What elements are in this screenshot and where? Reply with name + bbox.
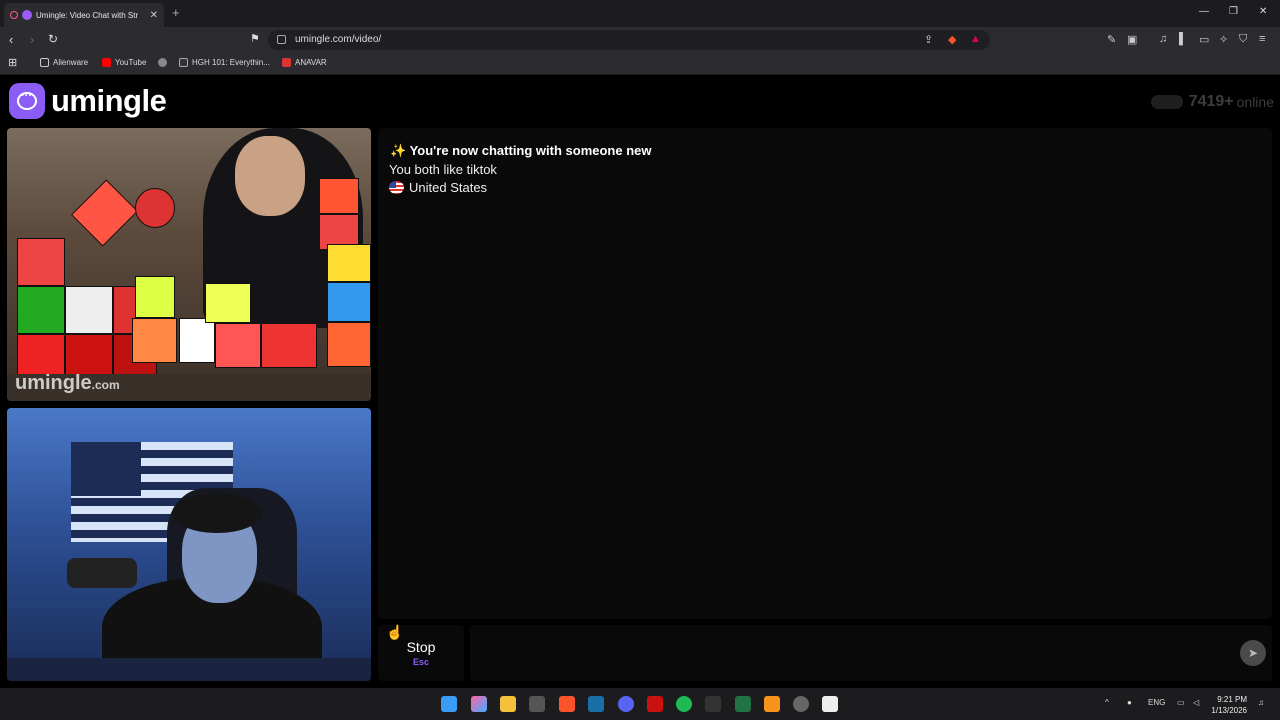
reload-icon[interactable]: ↻ (48, 32, 58, 46)
umingle-page: umingle 7419+ online umingle.com (0, 76, 1280, 688)
online-count: 7419+ (1188, 93, 1234, 110)
file-explorer-icon[interactable] (500, 696, 516, 712)
browser-tab-bar: Umingle: Video Chat with Str ✕ + — ❐ ✕ (0, 0, 1280, 27)
bookmark-unnamed[interactable] (158, 58, 171, 67)
page-icon (179, 58, 188, 67)
back-icon[interactable]: ‹ (9, 32, 13, 47)
media-icon[interactable]: ♫ (1159, 33, 1167, 45)
bookmark-label: YouTube (115, 58, 147, 67)
share-icon[interactable]: ⇪ (924, 33, 933, 46)
brave-rewards-icon[interactable]: ▲ (970, 33, 981, 45)
maximize-button[interactable]: ❐ (1229, 6, 1238, 17)
stranger-video: umingle.com (7, 128, 371, 401)
language-indicator[interactable]: ENG (1148, 698, 1165, 707)
chat-panel: ✨ You're now chatting with someone new Y… (378, 128, 1272, 619)
app-icon[interactable] (647, 696, 663, 712)
chat-bubble-icon (9, 83, 45, 119)
common-interest-text: You both like tiktok (389, 162, 497, 177)
bookmark-hgh[interactable]: HGH 101: Everythin... (179, 58, 270, 67)
volume-icon[interactable]: ◁ (1193, 698, 1199, 707)
stop-label: Stop (406, 639, 436, 655)
umingle-favicon-icon (22, 10, 32, 20)
browser-toolbar: ‹ › ↻ ⚑ umingle.com/video/ ⇪ ◆ ▲ ✎ ▣ ♫ ▌… (0, 27, 1280, 53)
discord-icon[interactable] (618, 696, 634, 712)
send-icon[interactable]: ➤ (1240, 640, 1266, 666)
stranger-country: United States (389, 180, 487, 195)
vpn-icon[interactable]: ⛉ (1239, 33, 1247, 46)
self-video (7, 408, 371, 681)
us-flag-icon (389, 181, 404, 194)
bookmark-label: ANAVAR (295, 58, 327, 67)
start-icon[interactable] (441, 696, 457, 712)
url-text: umingle.com/video/ (295, 34, 382, 45)
extensions-icon[interactable]: ✎ (1107, 33, 1116, 46)
online-counter: 7419+ online (1150, 93, 1274, 111)
close-window-button[interactable]: ✕ (1259, 6, 1267, 17)
leo-ai-icon[interactable]: ✧ (1219, 33, 1228, 46)
message-input[interactable]: ➤ (470, 625, 1272, 681)
store-icon[interactable] (529, 696, 545, 712)
logo-text: umingle (51, 83, 167, 118)
bookmark-label: HGH 101: Everythin... (192, 58, 270, 67)
epic-games-icon[interactable] (705, 696, 721, 712)
sidebar-icon[interactable]: ▌ (1179, 33, 1187, 45)
copilot-icon[interactable] (471, 696, 487, 712)
clock[interactable]: 9:21 PM 1/13/2026 (1211, 694, 1247, 716)
bookmarks-bar: ⊞ Alienware YouTube HGH 101: Everythin..… (0, 53, 1280, 75)
notification-icon[interactable]: ♫ (1258, 698, 1264, 707)
stop-shortcut-hint: Esc (412, 657, 429, 667)
theme-toggle[interactable] (1150, 95, 1183, 109)
clock-time: 9:21 PM (1217, 695, 1247, 704)
apps-grid-icon[interactable]: ⊞ (8, 56, 17, 69)
address-bar[interactable]: umingle.com/video/ ⇪ ◆ ▲ (268, 30, 990, 50)
youtube-icon (102, 58, 111, 67)
online-label: online (1236, 94, 1274, 110)
site-logo[interactable]: umingle (9, 83, 167, 119)
spotify-icon[interactable] (676, 696, 692, 712)
app2-icon[interactable] (764, 696, 780, 712)
steam-icon[interactable] (588, 696, 604, 712)
brave-shields-icon[interactable]: ◆ (948, 33, 956, 46)
capcut-icon[interactable] (822, 696, 838, 712)
bookmark-icon[interactable]: ⚑ (250, 32, 260, 45)
excel-icon[interactable] (735, 696, 751, 712)
menu-icon[interactable]: ≡ (1259, 33, 1265, 45)
mic-icon[interactable]: ● (1127, 698, 1132, 707)
folder-icon (40, 58, 49, 67)
forward-icon[interactable]: › (30, 32, 34, 47)
minimize-button[interactable]: — (1199, 6, 1209, 17)
system-message-new-chat: ✨ You're now chatting with someone new (390, 143, 652, 159)
bookmark-anavar[interactable]: ANAVAR (282, 58, 327, 67)
app3-icon[interactable] (793, 696, 809, 712)
browser-tab[interactable]: Umingle: Video Chat with Str ✕ (4, 3, 164, 27)
country-text: United States (409, 180, 488, 195)
wallet2-icon[interactable]: ▭ (1199, 33, 1209, 46)
new-tab-button[interactable]: + (172, 5, 180, 20)
umingle-watermark: umingle.com (15, 372, 120, 394)
wallet-icon[interactable]: ▣ (1127, 33, 1137, 46)
new-chat-text: You're now chatting with someone new (409, 143, 652, 158)
tab-title: Umingle: Video Chat with Str (36, 10, 139, 20)
site-info-icon[interactable] (277, 35, 286, 44)
windows-taskbar: ^ ● ENG ▭ ◁ 9:21 PM 1/13/2026 ♫ (0, 688, 1280, 720)
clock-date: 1/13/2026 (1211, 706, 1247, 715)
tray-chevron-icon[interactable]: ^ (1105, 698, 1109, 707)
brave-taskbar-icon[interactable] (559, 696, 575, 712)
bookmark-alienware[interactable]: Alienware (40, 58, 88, 67)
mouse-pointer-icon: ☝ (386, 624, 404, 640)
sparkles-icon: ✨ (390, 143, 407, 158)
bookmark-label: Alienware (53, 58, 89, 67)
tab-close-icon[interactable]: ✕ (150, 10, 158, 21)
network-icon[interactable]: ▭ (1177, 698, 1185, 707)
page-icon (282, 58, 291, 67)
bookmark-youtube[interactable]: YouTube (102, 58, 146, 67)
recording-icon (10, 11, 18, 19)
globe-icon (158, 58, 167, 67)
